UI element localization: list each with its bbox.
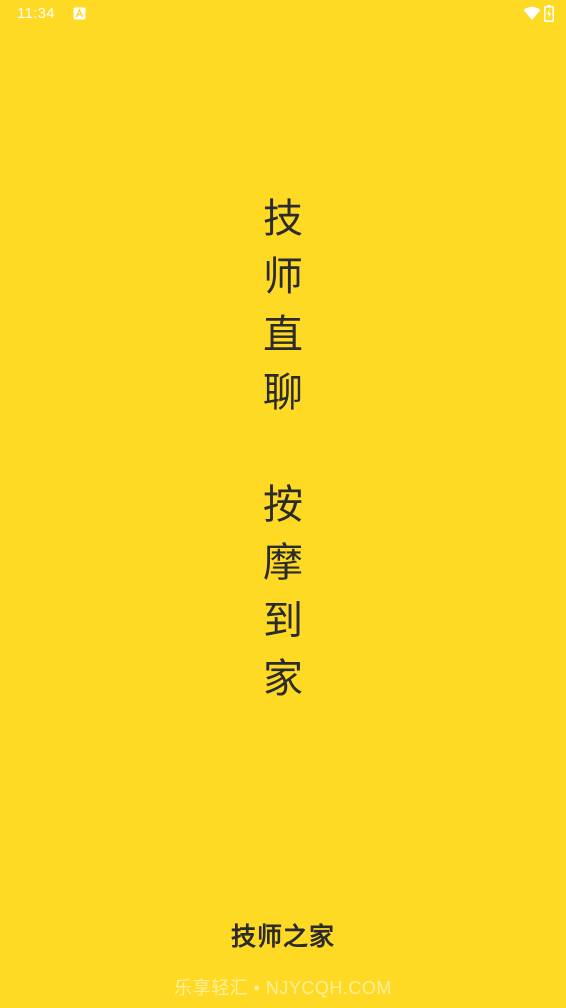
wifi-icon	[523, 6, 541, 20]
battery-charging-icon	[544, 5, 554, 22]
slogan-char: 直	[263, 312, 303, 358]
a-notification-icon	[73, 7, 86, 20]
slogan-char: 到	[263, 598, 303, 644]
slogan-char: 聊	[263, 370, 303, 416]
slogan-char: 家	[263, 656, 303, 702]
status-time: 11:34	[17, 5, 55, 22]
app-name: 技师之家	[230, 922, 335, 951]
slogan-char: 摩	[263, 540, 303, 586]
slogan-char: 师	[263, 254, 303, 300]
slogan-char: 技	[263, 196, 303, 242]
slogan-massage-home: 按 摩 到 家	[0, 476, 566, 708]
slogan-tech-chat: 技 师 直 聊	[0, 190, 566, 422]
slogan-char: 按	[263, 482, 303, 528]
watermark: 乐享轻汇 • NJYCQH.COM	[174, 978, 392, 998]
status-bar: 11:34	[0, 0, 566, 30]
